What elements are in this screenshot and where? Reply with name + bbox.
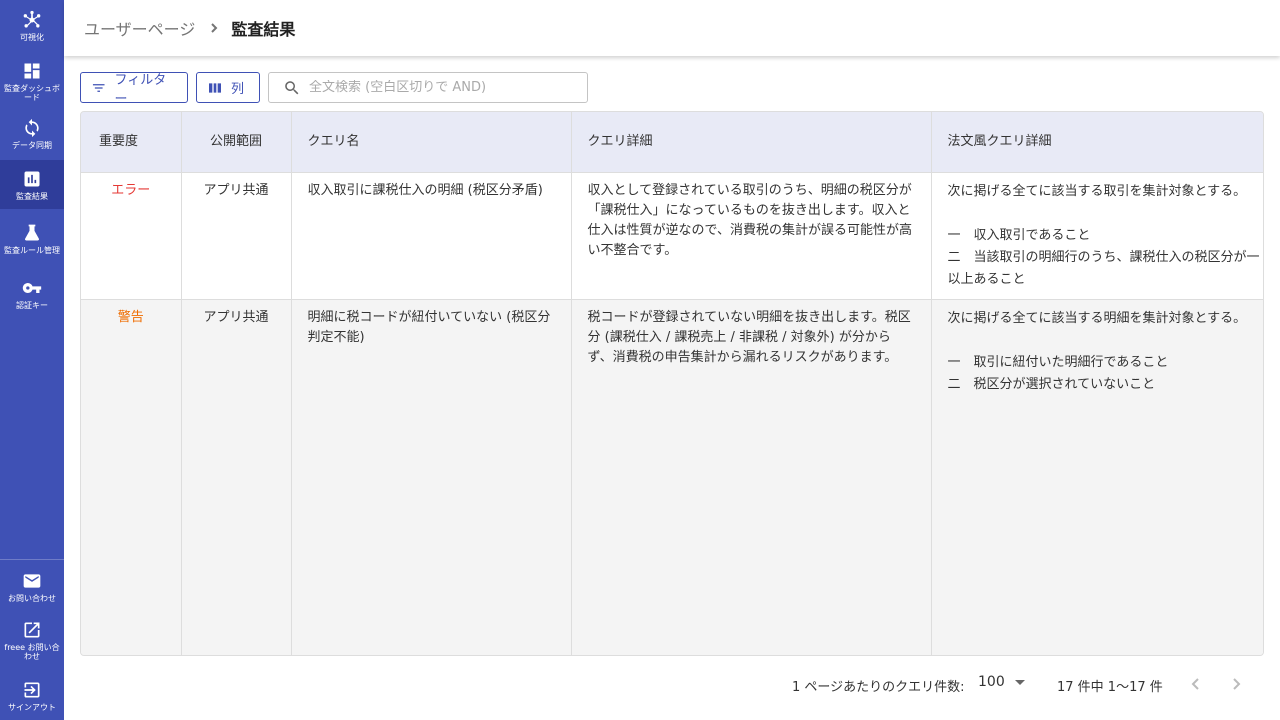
sidebar-item-data-sync[interactable]: データ同期 (0, 110, 64, 158)
legal-detail-cell: 次に掲げる全てに該当する取引を集計対象とする。 一 収入取引であること 二 当該… (931, 172, 1263, 299)
sidebar-item-label: サインアウト (8, 703, 56, 712)
mail-icon (22, 571, 42, 591)
sidebar-item-label: 監査ルール管理 (4, 246, 60, 255)
sidebar-item-rule-management[interactable]: 監査ルール管理 (0, 214, 64, 264)
flask-icon (22, 223, 42, 243)
sidebar: 可視化 監査ダッシュボード データ同期 監査結果 監査ルール管理 認証キー お問… (0, 0, 64, 720)
query-detail-cell: 収入として登録されている取引のうち、明細の税区分が「課税仕入」になっているものを… (571, 172, 932, 299)
rows-per-page-select[interactable]: 100 (978, 674, 1025, 690)
filter-icon (92, 83, 105, 92)
table-row[interactable]: エラー アプリ共通 収入取引に課税仕入の明細 (税区分矛盾) 収入として登録され… (81, 172, 1263, 299)
dashboard-icon (22, 61, 42, 81)
sync-icon (22, 118, 42, 138)
severity-cell: 警告 (81, 299, 182, 655)
key-icon (22, 278, 42, 298)
search-box (268, 72, 588, 103)
columns-button[interactable]: 列 (196, 72, 260, 103)
chevron-right-icon (1233, 678, 1241, 690)
filter-button-label: フィルター (114, 72, 167, 107)
open-in-new-icon (22, 620, 42, 640)
next-page-button[interactable] (1226, 674, 1246, 694)
query-name-cell: 明細に税コードが紐付いていない (税区分判定不能) (291, 299, 572, 655)
sidebar-item-auth-key[interactable]: 認証キー (0, 272, 64, 316)
scope-cell: アプリ共通 (181, 299, 292, 655)
column-header-legal-detail[interactable]: 法文風クエリ詳細 (931, 112, 1263, 173)
legal-item: 一 収入取引であること (947, 227, 1091, 243)
sidebar-item-label: データ同期 (12, 141, 52, 150)
scope-cell: アプリ共通 (181, 172, 292, 299)
toolbar: フィルター 列 (80, 72, 588, 107)
sidebar-item-label: 可視化 (20, 33, 44, 42)
arrow-drop-down-icon (1014, 680, 1025, 685)
chevron-left-icon (1191, 678, 1199, 690)
search-icon (285, 80, 299, 94)
legal-item: 一 取引に紐付いた明細行であること (947, 354, 1169, 370)
table-row[interactable]: 警告 アプリ共通 明細に税コードが紐付いていない (税区分判定不能) 税コードが… (81, 299, 1263, 655)
audit-results-table: 重要度 公開範囲 クエリ名 クエリ詳細 法文風クエリ詳細 エラー アプリ共通 収… (80, 111, 1264, 656)
hub-icon (22, 10, 42, 30)
sidebar-item-label: 認証キー (16, 301, 48, 310)
sidebar-item-label: 監査ダッシュボード (4, 83, 60, 102)
breadcrumb-parent-link[interactable]: ユーザーページ (84, 16, 195, 40)
sidebar-item-visualization[interactable]: 可視化 (0, 4, 64, 48)
legal-intro: 次に掲げる全てに該当する取引を集計対象とする。 (947, 183, 1247, 199)
view-column-icon (209, 82, 221, 93)
sidebar-item-label: freee お問い合わせ (4, 642, 60, 661)
column-header-scope[interactable]: 公開範囲 (181, 112, 292, 173)
column-header-query-name[interactable]: クエリ名 (291, 112, 572, 173)
sidebar-item-dashboard[interactable]: 監査ダッシュボード (0, 56, 64, 106)
legal-intro: 次に掲げる全てに該当する明細を集計対象とする。 (947, 310, 1247, 326)
pagination: 1 ページあたりのクエリ件数: 100 17 件中 1〜17 件 (0, 672, 1280, 696)
legal-item: 二 当該取引の明細行のうち、課税仕入の税区分が一以上あること (947, 249, 1260, 287)
bar-chart-icon (22, 169, 42, 189)
columns-button-label: 列 (231, 82, 245, 97)
sidebar-item-freee-contact[interactable]: freee お問い合わせ (0, 614, 64, 666)
column-header-severity[interactable]: 重要度 (81, 112, 182, 173)
legal-item: 二 税区分が選択されていないこと (947, 376, 1156, 392)
page-title: 監査結果 (231, 20, 296, 39)
pagination-range: 17 件中 1〜17 件 (1057, 680, 1163, 695)
sidebar-item-contact[interactable]: お問い合わせ (0, 564, 64, 610)
chevron-right-icon (209, 20, 219, 36)
sidebar-item-label: 監査結果 (16, 191, 48, 201)
query-detail-cell: 税コードが登録されていない明細を抜き出します。税区分 (課税仕入 / 課税売上 … (571, 299, 932, 655)
sidebar-item-label: お問い合わせ (8, 594, 56, 603)
filter-button[interactable]: フィルター (80, 72, 188, 107)
previous-page-button[interactable] (1186, 674, 1206, 694)
table-header-row: 重要度 公開範囲 クエリ名 クエリ詳細 法文風クエリ詳細 (81, 112, 1263, 173)
rows-per-page-label: 1 ページあたりのクエリ件数: (792, 680, 965, 695)
severity-cell: エラー (81, 172, 182, 299)
query-name-cell: 収入取引に課税仕入の明細 (税区分矛盾) (291, 172, 572, 299)
legal-detail-cell: 次に掲げる全てに該当する明細を集計対象とする。 一 取引に紐付いた明細行であるこ… (931, 299, 1263, 655)
rows-per-page-value: 100 (978, 674, 1005, 690)
column-header-query-detail[interactable]: クエリ詳細 (571, 112, 932, 173)
app-header: ユーザーページ 監査結果 (64, 0, 1280, 56)
sidebar-divider (0, 559, 64, 560)
search-input[interactable] (309, 80, 569, 95)
sidebar-item-audit-results[interactable]: 監査結果 (0, 160, 64, 209)
